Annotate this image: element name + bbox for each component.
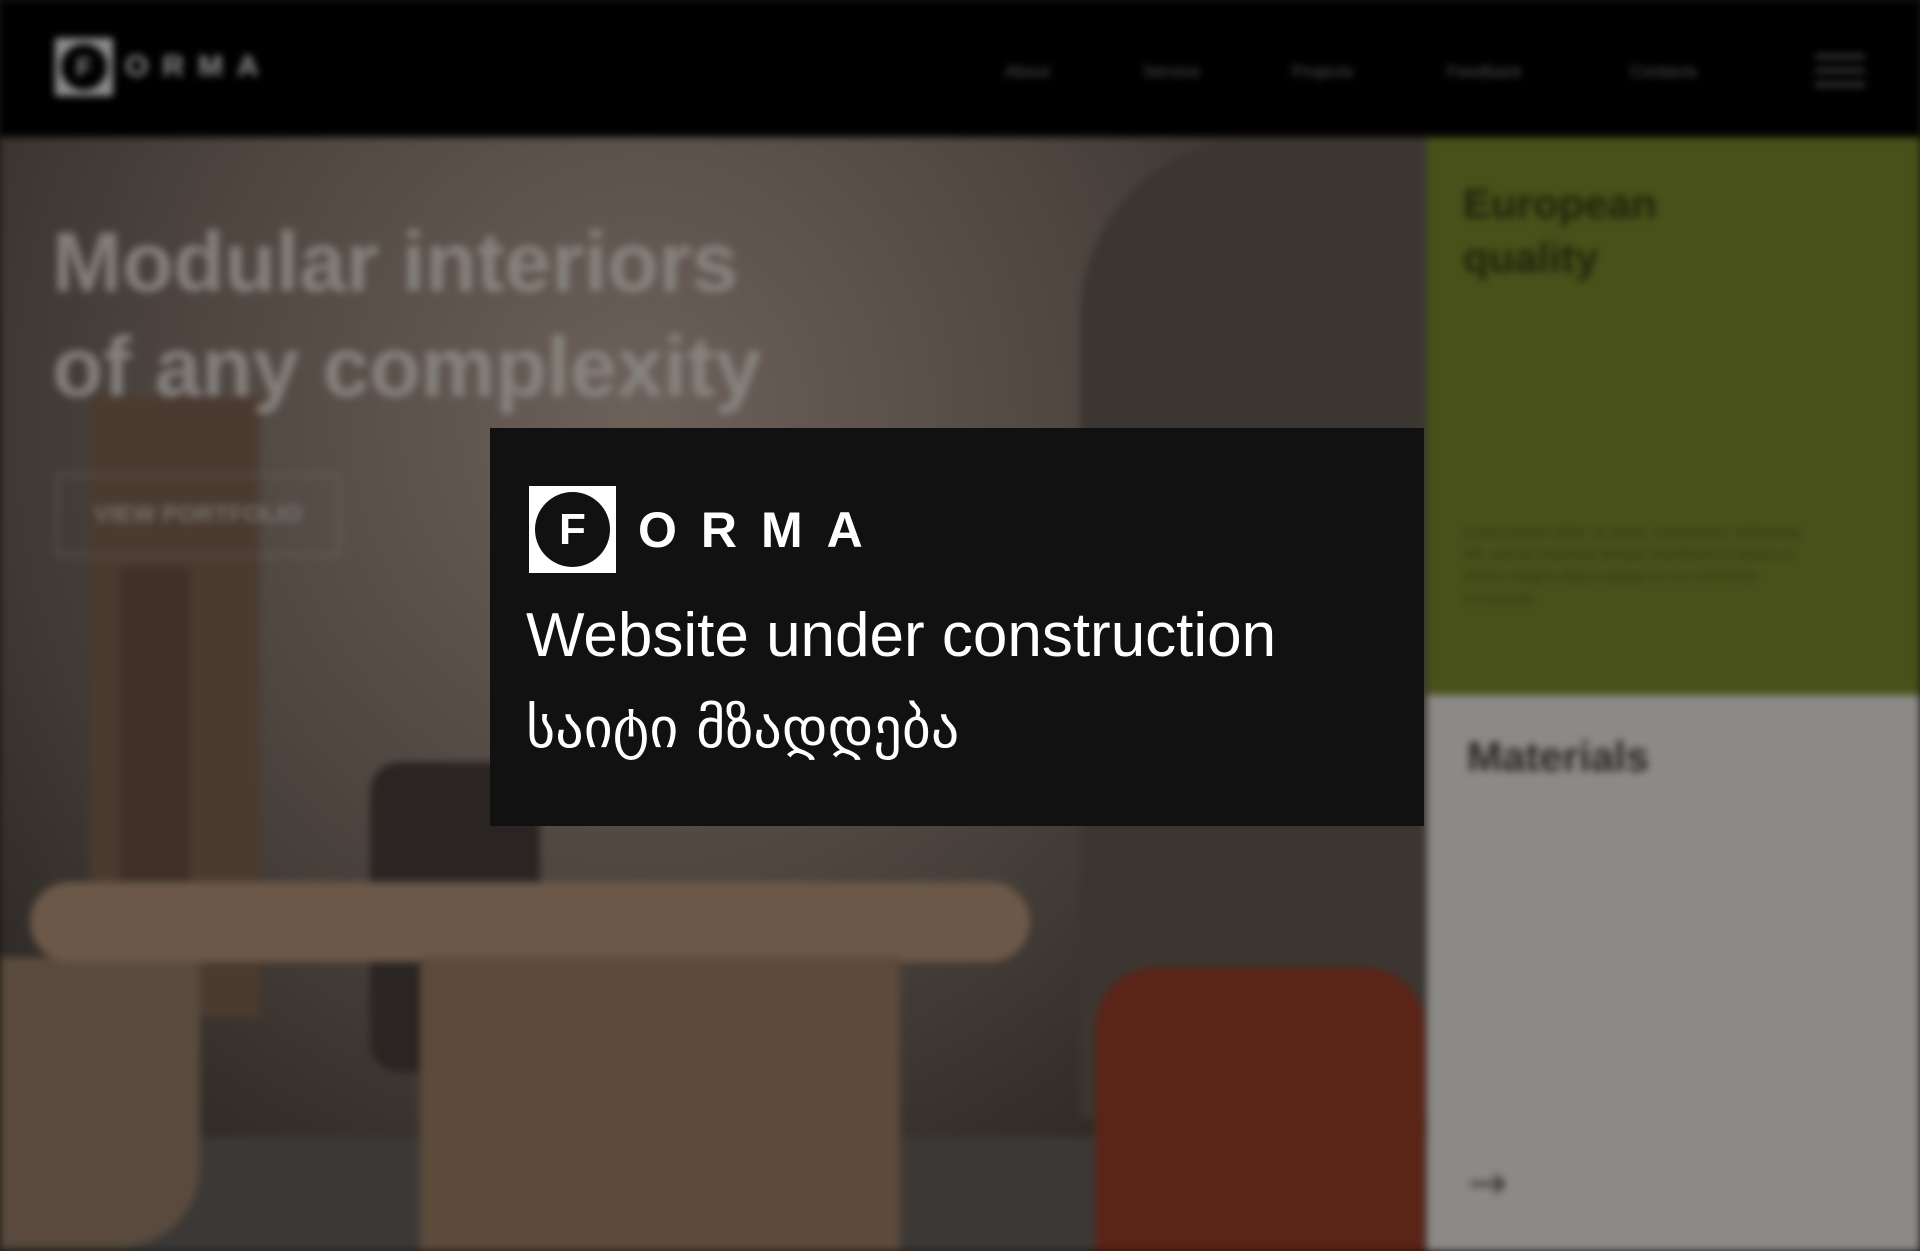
site-header: F ORMA About Service Projects Feedback C… [0,0,1920,137]
hero-desk-top [30,882,1030,962]
hero-title: Modular interiors of any complexity [52,210,762,420]
quality-title: European quality [1463,177,1763,285]
materials-panel[interactable]: Materials → [1427,695,1920,1251]
quality-text: Lorem ipsum dolor sit amet, consectetur … [1463,524,1801,607]
modal-logo-letter: F [535,492,610,567]
materials-title: Materials [1467,733,1650,780]
construction-message-en: Website under construction [526,601,1277,670]
header-logo[interactable]: F ORMA [55,38,273,96]
hero-armchair [1095,967,1425,1251]
construction-modal: F ORMA Website under construction საიტი … [490,428,1424,826]
hero-title-line-1: Modular interiors [52,215,739,309]
modal-logo-wordmark: ORMA [638,501,887,558]
modal-logo-mark: F [529,486,616,573]
hero-title-line-2: of any complexity [52,320,762,414]
nav-projects[interactable]: Projects [1292,62,1353,82]
quality-title-line-1: European [1463,180,1657,227]
arrow-right-icon[interactable]: → [1467,1155,1507,1211]
quality-title-line-2: quality [1463,234,1599,281]
view-portfolio-button[interactable]: VIEW PORTFOLIO [56,474,340,556]
nav-about[interactable]: About [1005,62,1049,82]
logo-letter: F [61,44,107,90]
hamburger-menu-icon[interactable] [1815,55,1865,89]
nav-feedback[interactable]: Feedback [1447,62,1522,82]
quality-panel: European quality Lorem ipsum dolor sit a… [1427,137,1920,695]
hero-desk-base [420,957,900,1251]
hero-desk-side [0,957,200,1247]
nav-contacts[interactable]: Contacts [1630,62,1697,82]
modal-logo: F ORMA [529,486,887,573]
construction-message-ka: საიტი მზადდება [526,696,960,761]
logo-wordmark: ORMA [125,50,273,83]
logo-mark: F [55,38,113,96]
nav-service[interactable]: Service [1143,62,1200,82]
